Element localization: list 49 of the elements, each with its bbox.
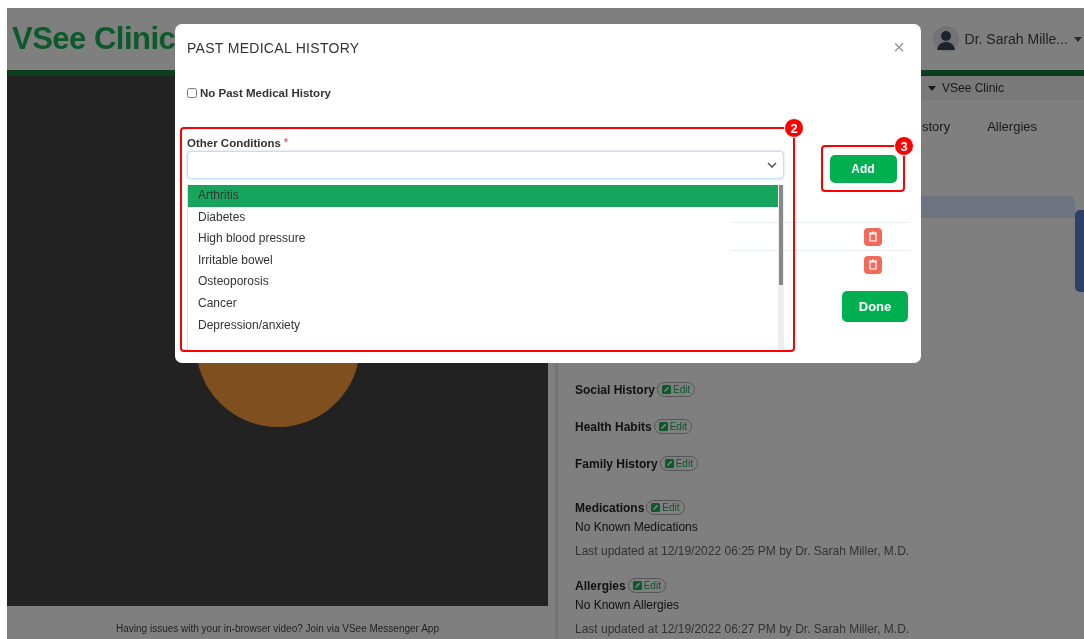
scrollbar[interactable] xyxy=(778,185,784,350)
section-title: Family History xyxy=(575,456,658,471)
section-value: No Known Allergies xyxy=(575,598,681,612)
checkbox-label: No Past Medical History xyxy=(200,87,331,99)
section-title: Allergies xyxy=(575,578,626,593)
record-tab[interactable]: Allergies xyxy=(981,118,1044,138)
add-button[interactable]: Add xyxy=(829,154,897,183)
pencil-icon xyxy=(651,503,661,512)
edit-button[interactable]: Edit xyxy=(646,500,685,515)
pencil-icon xyxy=(662,385,672,394)
dropdown-option[interactable]: Diabetes xyxy=(188,206,778,229)
section-title: Social History xyxy=(575,382,656,397)
dropdown-option[interactable]: Osteoporosis xyxy=(188,271,778,293)
video-help-text: Having issues with your in-browser video? Join via VSee Messenger App xyxy=(116,623,439,635)
edit-button[interactable]: Edit xyxy=(657,382,696,397)
pencil-icon xyxy=(658,422,668,431)
edit-button[interactable]: Edit xyxy=(659,456,698,471)
record-tab[interactable]: story xyxy=(916,118,957,138)
clinic-logo: VSee Clinic xyxy=(12,21,176,57)
field-label: Other Conditions xyxy=(187,137,281,149)
pencil-icon xyxy=(664,459,674,468)
edit-button[interactable]: Edit xyxy=(653,419,692,434)
caret-icon[interactable] xyxy=(1074,36,1082,42)
section-title: Medications xyxy=(575,500,645,515)
user-name[interactable]: Dr. Sarah Mille... xyxy=(964,31,1068,47)
checkbox[interactable] xyxy=(187,88,197,98)
dropdown-option[interactable]: Cancer xyxy=(188,292,778,315)
section-title: Health Habits xyxy=(575,419,652,434)
last-updated-text: Last updated at 12/19/2022 06:25 PM by Dr. Sarah Miller, M.D. xyxy=(575,544,911,558)
caret-icon[interactable] xyxy=(928,85,936,91)
pencil-icon xyxy=(632,581,642,590)
clinic-selector[interactable]: VSee Clinic xyxy=(942,81,1005,95)
avatar-icon[interactable] xyxy=(932,26,959,52)
dropdown-option[interactable]: Arthritis xyxy=(188,185,778,207)
last-updated-text: Last updated at 12/19/2022 06:27 PM by Dr. Sarah Miller, M.D. xyxy=(575,622,911,636)
done-button[interactable]: Done xyxy=(842,291,908,322)
dialog-title: PAST MEDICAL HISTORY xyxy=(187,40,361,56)
trash-icon[interactable] xyxy=(864,227,882,246)
edit-button[interactable]: Edit xyxy=(627,578,666,593)
dropdown-option[interactable]: Depression/anxiety xyxy=(188,314,778,337)
chevron-down-icon[interactable] xyxy=(767,162,777,168)
dropdown-option[interactable]: High blood pressure xyxy=(188,228,778,250)
dropdown-option[interactable]: Irritable bowel xyxy=(188,249,778,272)
required-mark: * xyxy=(283,137,288,149)
annotation-number: 3 xyxy=(894,136,914,156)
close-button[interactable]: × xyxy=(889,37,909,57)
trash-icon[interactable] xyxy=(864,256,882,274)
section-value: No Known Medications xyxy=(575,520,699,534)
annotation-number: 2 xyxy=(784,118,804,138)
